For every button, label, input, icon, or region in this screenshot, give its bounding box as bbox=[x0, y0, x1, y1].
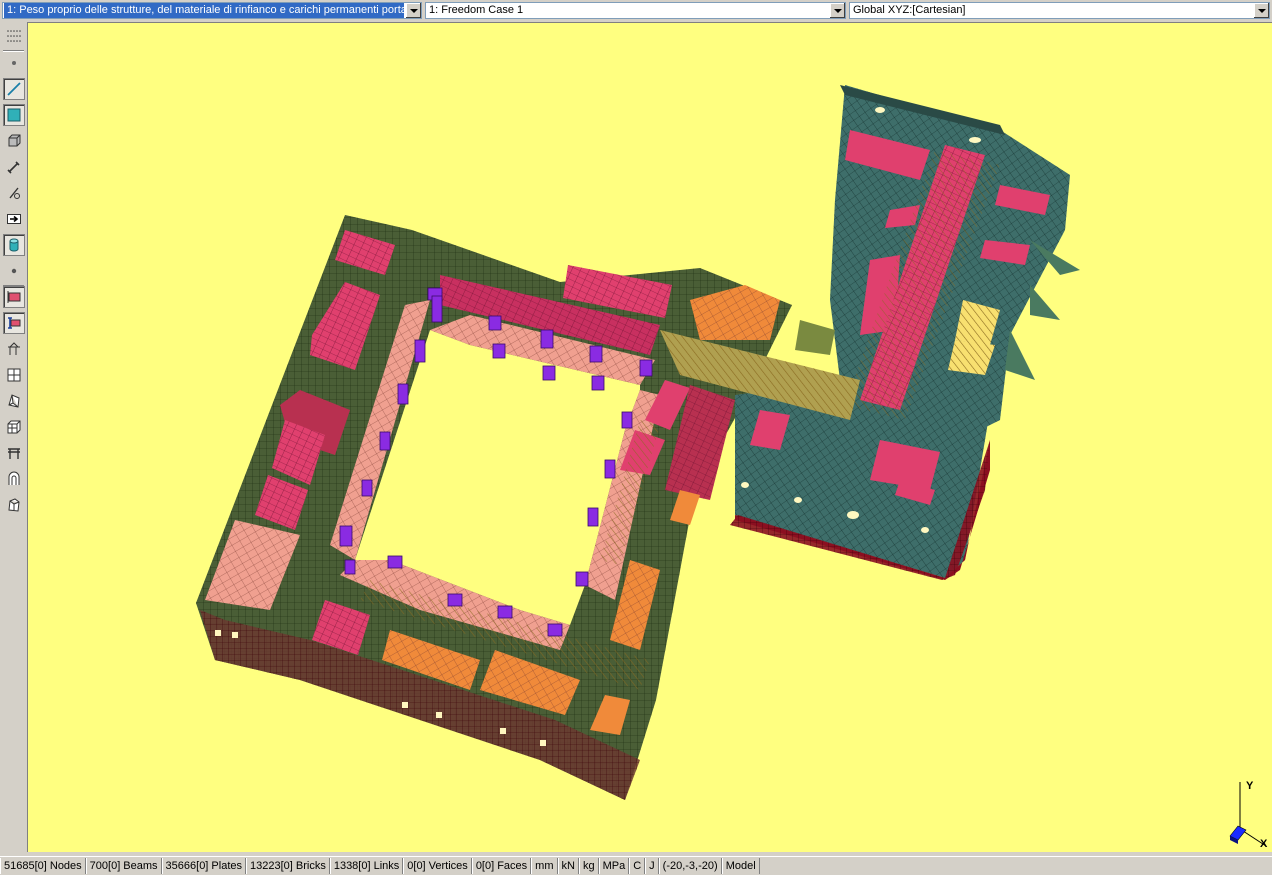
triad-x-label: X bbox=[1260, 838, 1268, 850]
status-vertices: 0[0] Vertices bbox=[403, 858, 472, 874]
unit-stress[interactable]: MPa bbox=[598, 858, 630, 874]
unit-mass[interactable]: kg bbox=[578, 858, 599, 874]
shell-icon[interactable] bbox=[3, 494, 25, 516]
top-bar: 1: Peso proprio delle strutture, del mat… bbox=[0, 0, 1272, 23]
chevron-down-icon[interactable] bbox=[405, 3, 421, 18]
beam-attribute-icon[interactable] bbox=[3, 312, 25, 334]
coordinate-system-select[interactable]: Global XYZ:[Cartesian] bbox=[849, 2, 1270, 19]
face-icon[interactable] bbox=[3, 390, 25, 412]
north-tower bbox=[830, 85, 1080, 450]
vertex-icon[interactable] bbox=[3, 260, 25, 282]
view-angles: (-20,-3,-20) bbox=[658, 858, 722, 874]
unit-force[interactable]: kN bbox=[557, 858, 579, 874]
status-links: 1338[0] Links bbox=[329, 858, 404, 874]
load-case-select[interactable]: 1: Peso proprio delle strutture, del mat… bbox=[2, 2, 422, 19]
chevron-down-icon[interactable] bbox=[829, 3, 845, 18]
freedom-case-value: 1: Freedom Case 1 bbox=[429, 4, 524, 16]
mesh-icon[interactable] bbox=[3, 364, 25, 386]
attachment-icon[interactable] bbox=[3, 208, 25, 230]
axis-triad: Y X bbox=[1229, 780, 1268, 850]
rigid-link-icon[interactable] bbox=[3, 182, 25, 204]
load-case-value: 1: Peso proprio delle strutture, del mat… bbox=[4, 3, 404, 18]
unit-temperature[interactable]: C bbox=[629, 858, 646, 874]
frame-icon[interactable] bbox=[3, 442, 25, 464]
freedom-case-select[interactable]: 1: Freedom Case 1 bbox=[425, 2, 846, 19]
cylinder-icon[interactable] bbox=[3, 234, 25, 256]
mode-indicator: Model bbox=[721, 858, 760, 874]
status-bricks: 13223[0] Bricks bbox=[246, 858, 330, 874]
brick-icon[interactable] bbox=[3, 130, 25, 152]
unit-length[interactable]: mm bbox=[531, 858, 558, 874]
plate-icon[interactable] bbox=[3, 104, 25, 126]
status-plates: 35666[0] Plates bbox=[161, 858, 246, 874]
unit-energy[interactable]: J bbox=[645, 858, 659, 874]
entity-toolbar bbox=[0, 22, 28, 852]
grid-dots-icon[interactable] bbox=[3, 25, 25, 47]
link-icon[interactable] bbox=[3, 156, 25, 178]
status-faces: 0[0] Faces bbox=[471, 858, 532, 874]
plate-attribute-icon[interactable] bbox=[3, 286, 25, 308]
coordinate-system-value: Global XYZ:[Cartesian] bbox=[853, 4, 966, 16]
status-nodes: 51685[0] Nodes bbox=[0, 858, 86, 874]
chevron-down-icon[interactable] bbox=[1253, 3, 1269, 18]
beam-icon[interactable] bbox=[3, 78, 25, 100]
status-bar: 51685[0] Nodes 700[0] Beams 35666[0] Pla… bbox=[0, 856, 1272, 875]
model-viewport[interactable]: Y X bbox=[28, 23, 1272, 852]
node-icon[interactable] bbox=[3, 52, 25, 74]
arch-icon[interactable] bbox=[3, 468, 25, 490]
truss-icon[interactable] bbox=[3, 338, 25, 360]
status-beams: 700[0] Beams bbox=[85, 858, 162, 874]
structural-model[interactable] bbox=[28, 23, 1272, 852]
triad-y-label: Y bbox=[1246, 780, 1254, 792]
solid-mesh-icon[interactable] bbox=[3, 416, 25, 438]
